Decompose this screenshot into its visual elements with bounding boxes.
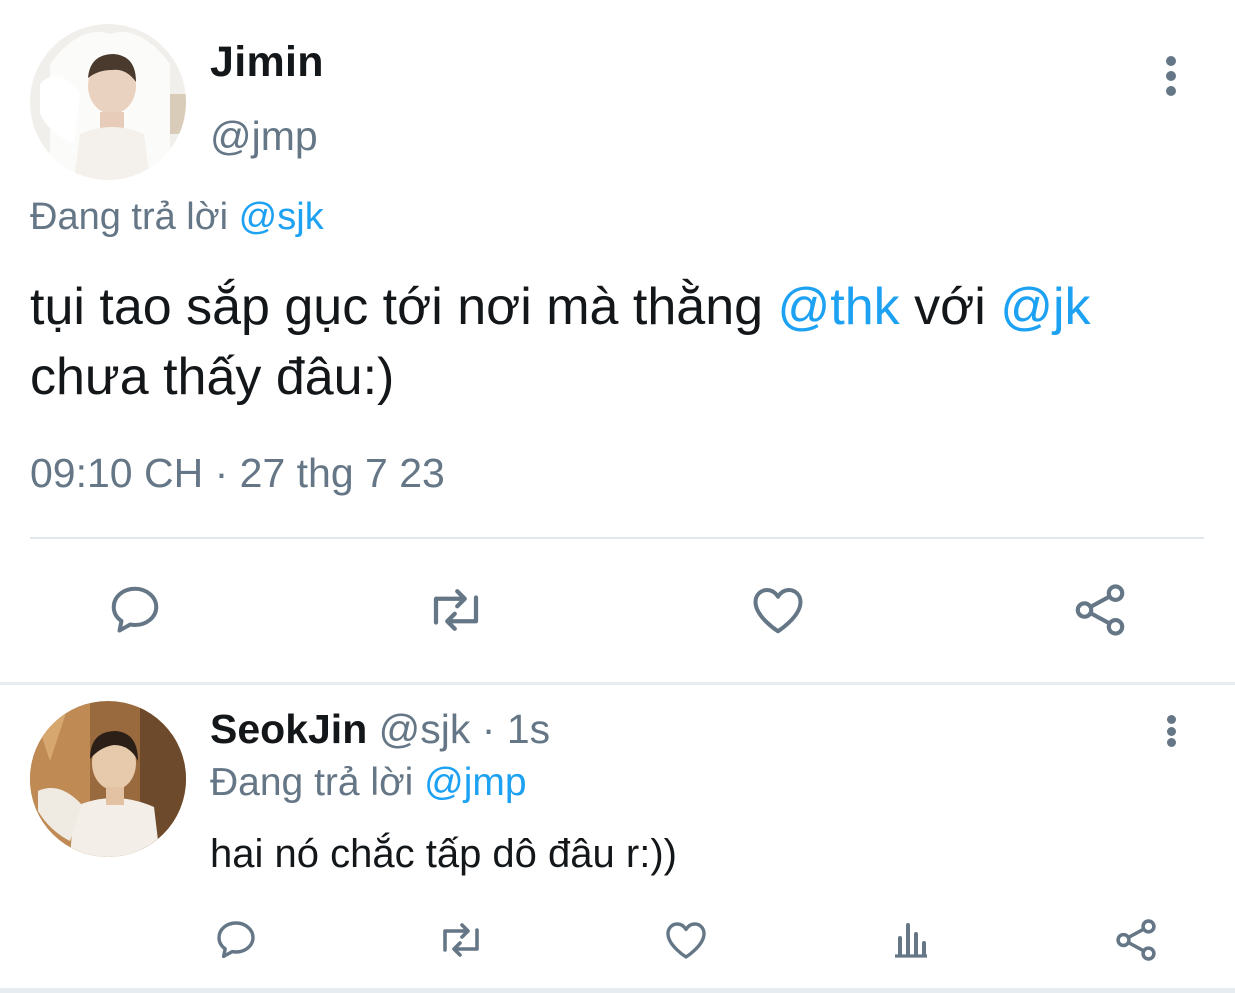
dot xyxy=(1166,86,1176,96)
mention-link[interactable]: @thk xyxy=(778,278,900,336)
user-photo-icon xyxy=(30,701,186,857)
like-button[interactable] xyxy=(658,912,714,968)
more-options-icon[interactable] xyxy=(1151,52,1191,100)
reply-icon xyxy=(217,921,255,959)
analytics-button[interactable] xyxy=(883,912,939,968)
author-handle[interactable]: @sjk xyxy=(379,706,471,752)
retweet-button[interactable] xyxy=(433,912,489,968)
author-handle[interactable]: @jmp xyxy=(210,113,318,160)
tweet-separator xyxy=(0,682,1235,685)
separator: · xyxy=(470,706,507,752)
dot xyxy=(1166,56,1176,66)
tweet-separator xyxy=(0,988,1235,993)
replying-to-label: Đang trả lời xyxy=(30,196,239,238)
like-icon xyxy=(666,922,706,959)
tweet-text-part: tụi tao sắp gục tới nơi mà thằng xyxy=(30,278,778,336)
replying-to-mention[interactable]: @sjk xyxy=(239,196,324,238)
replying-to-mention[interactable]: @jmp xyxy=(424,761,526,804)
retweet-icon xyxy=(433,589,479,631)
retweet-icon xyxy=(443,923,479,957)
share-icon xyxy=(1116,919,1156,961)
author-name[interactable]: Jimin xyxy=(210,38,324,87)
replying-to-line: Đang trả lời @jmp xyxy=(210,761,527,805)
reply-button[interactable] xyxy=(208,912,264,968)
divider xyxy=(30,537,1204,539)
avatar[interactable] xyxy=(30,701,186,857)
dot xyxy=(1166,738,1176,747)
user-photo-icon xyxy=(30,24,186,180)
tweet-text-part: chưa thấy đâu:) xyxy=(30,348,395,406)
share-button[interactable] xyxy=(1108,912,1164,968)
tweet-text: tụi tao sắp gục tới nơi mà thằng @thk vớ… xyxy=(30,272,1230,412)
tweet-text: hai nó chắc tấp dô đâu r:)) xyxy=(210,832,677,876)
dot xyxy=(1166,71,1176,81)
dot xyxy=(1166,726,1176,736)
like-icon xyxy=(753,588,803,634)
tweet-timestamp: 09:10 CH · 27 thg 7 23 xyxy=(30,450,445,496)
reply-header: SeokJin @sjk · 1s xyxy=(210,706,550,753)
share-icon xyxy=(1075,584,1125,636)
tweet-text-part: với xyxy=(899,278,1001,336)
more-options-icon[interactable] xyxy=(1151,711,1191,751)
replying-to-line: Đang trả lời @sjk xyxy=(30,196,324,239)
reply-icon xyxy=(111,586,159,633)
stats-icon xyxy=(895,923,927,958)
mention-link[interactable]: @jk xyxy=(1000,278,1090,336)
reply-button[interactable] xyxy=(100,577,170,643)
tweet-age: 1s xyxy=(506,706,551,752)
author-name[interactable]: SeokJin xyxy=(210,706,367,752)
avatar[interactable] xyxy=(30,24,186,180)
retweet-button[interactable] xyxy=(421,577,491,643)
share-button[interactable] xyxy=(1065,577,1135,643)
replying-to-label: Đang trả lời xyxy=(210,761,425,804)
dot xyxy=(1166,715,1176,724)
like-button[interactable] xyxy=(743,577,813,643)
